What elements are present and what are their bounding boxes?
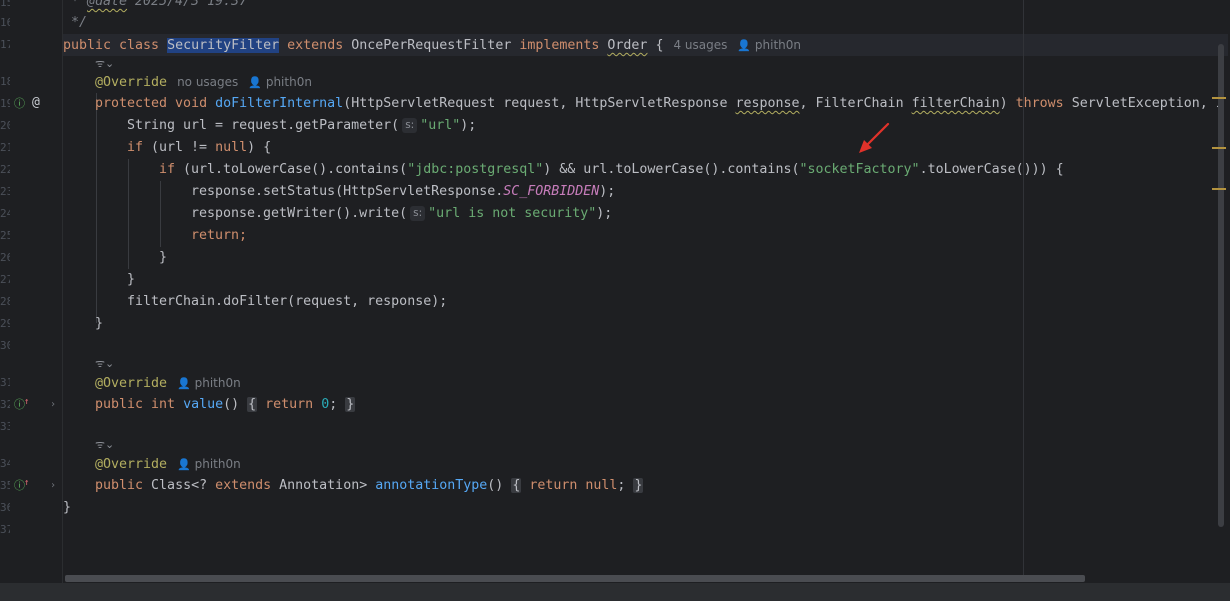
- line-number: 19: [0, 97, 10, 110]
- folded-block[interactable]: }: [633, 478, 644, 493]
- vertical-scrollbar[interactable]: [1218, 44, 1224, 527]
- warning-stripe[interactable]: [1212, 147, 1226, 149]
- fold-expand-icon[interactable]: ›: [50, 475, 56, 497]
- folded-block[interactable]: }: [345, 397, 356, 412]
- line-number: 27: [0, 273, 10, 286]
- line-number: 37: [0, 523, 10, 536]
- red-arrow-annotation: [859, 122, 890, 153]
- no-usages-hint[interactable]: no usages: [177, 75, 238, 89]
- indent-guide: [128, 159, 129, 269]
- code-line-close-brace: }: [63, 500, 72, 515]
- line-number-gutter: 15 16 17 18 19 20 21 22 23 24 25 26 27 2…: [0, 0, 63, 583]
- code-line-do-filter: filterChain.doFilter(request, response);: [127, 294, 448, 309]
- line-number: 16: [0, 16, 10, 29]
- code-line-override: @Override no usages 👤 phith0n: [95, 75, 312, 90]
- line-number: 31: [0, 376, 10, 389]
- code-line-class-decl: public class SecurityFilter extends Once…: [63, 38, 802, 53]
- line-number: 29: [0, 317, 10, 330]
- code-line-close-brace: }: [159, 250, 168, 265]
- status-bar: [0, 583, 1230, 601]
- line-number: 17: [0, 38, 10, 51]
- folded-block[interactable]: {: [247, 397, 258, 412]
- code-line-value-method: public int value() { return 0; }: [95, 397, 356, 412]
- person-icon: 👤: [248, 76, 262, 89]
- warning-stripe[interactable]: [1212, 188, 1226, 190]
- line-number: 33: [0, 420, 10, 433]
- line-number: 30: [0, 339, 10, 352]
- line-number: 20: [0, 119, 10, 132]
- param-hint: s:: [402, 118, 418, 133]
- override-up-arrow-icon[interactable]: ↑: [24, 472, 29, 494]
- line-number: 32: [0, 398, 10, 411]
- override-up-arrow-icon[interactable]: ↑: [24, 391, 29, 413]
- code-line-if-contains: if (url.toLowerCase().contains("jdbc:pos…: [159, 162, 1064, 177]
- line-number: 22: [0, 163, 10, 176]
- line-number: 18: [0, 75, 10, 88]
- code-line-close-brace: }: [95, 316, 104, 331]
- indent-guide: [160, 181, 161, 247]
- code-line-doc-date: * @date 2025/4/3 19:37: [71, 0, 248, 9]
- line-number: 34: [0, 457, 10, 470]
- code-line-get-url: String url = request.getParameter(s: "url…: [127, 118, 477, 133]
- person-icon: 👤: [177, 377, 191, 390]
- code-line-doc-end: */: [71, 15, 88, 30]
- author-hint[interactable]: 👤 phith0n: [248, 75, 312, 89]
- line-number: 26: [0, 251, 10, 264]
- line-number: 25: [0, 229, 10, 242]
- code-line-override: @Override 👤 phith0n: [95, 457, 241, 472]
- code-line-return: return;: [191, 228, 248, 243]
- code-line-annotation-type: public Class<? extends Annotation> annot…: [95, 478, 644, 493]
- person-icon: 👤: [177, 458, 191, 471]
- code-line-if-null: if (url != null) {: [127, 140, 272, 155]
- class-name-selection: SecurityFilter: [167, 38, 280, 53]
- code-line-set-status: response.setStatus(HttpServletResponse.S…: [191, 184, 616, 199]
- folded-block[interactable]: {: [511, 478, 522, 493]
- person-icon: 👤: [737, 39, 752, 52]
- line-number: 24: [0, 207, 10, 220]
- author-hint[interactable]: 👤 phith0n: [737, 38, 801, 52]
- line-number: 21: [0, 141, 10, 154]
- code-line-close-brace: }: [127, 272, 136, 287]
- horizontal-scrollbar[interactable]: [65, 575, 1085, 582]
- param-hint: s:: [410, 206, 426, 221]
- annotation-at-icon[interactable]: @: [32, 92, 40, 114]
- code-line-override: @Override 👤 phith0n: [95, 376, 241, 391]
- author-hint[interactable]: 👤 phith0n: [177, 376, 241, 390]
- line-number: 35: [0, 479, 10, 492]
- usages-hint[interactable]: 4 usages: [673, 38, 727, 52]
- code-line-method-decl: protected void doFilterInternal(HttpServ…: [95, 96, 1224, 111]
- code-editor[interactable]: * @date 2025/4/3 19:37 */ public class S…: [63, 0, 1228, 575]
- line-number: 23: [0, 185, 10, 198]
- fold-expand-icon[interactable]: ›: [50, 394, 56, 416]
- line-number: 36: [0, 501, 10, 514]
- implements-method-icon[interactable]: ⓘ: [14, 93, 25, 115]
- code-line-write: response.getWriter().write(s: "url is not…: [191, 206, 613, 221]
- indent-guide: [96, 93, 97, 323]
- line-number: 28: [0, 295, 10, 308]
- author-hint[interactable]: 👤 phith0n: [177, 457, 241, 471]
- right-margin-guide: [1023, 0, 1024, 575]
- warning-stripe[interactable]: [1212, 97, 1226, 99]
